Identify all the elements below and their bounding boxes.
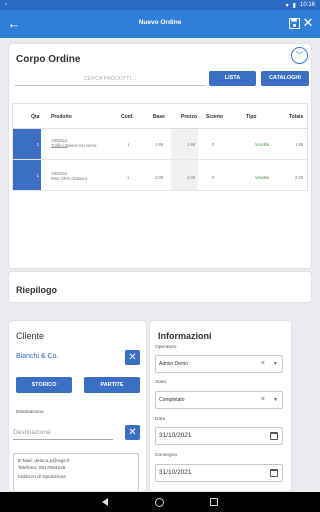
- operatore-value: Admin Demo: [159, 361, 188, 367]
- row-qta[interactable]: 1: [13, 129, 41, 159]
- informazioni-card: Informazioni Operatore Admin Demo × ▼ St…: [150, 321, 291, 491]
- row-sconto[interactable]: 0: [212, 142, 214, 147]
- stato-label: Stato: [155, 380, 167, 385]
- cliente-info-box: E-Mail: deluca.p@wgs.it Telefono: 081765…: [13, 453, 139, 491]
- cataloghi-button[interactable]: CATALOGHI: [261, 71, 309, 86]
- table-row[interactable]: 1 A000114 Truffini Speed con cerna 1 1.9…: [13, 129, 307, 160]
- consegna-date-input[interactable]: 31/10/2021: [155, 464, 283, 482]
- row-base: 2.00: [155, 175, 164, 180]
- row-prezzo[interactable]: 2.00: [187, 175, 195, 180]
- row-totale: 2.00: [295, 175, 304, 180]
- row-tipo[interactable]: Vendita: [255, 142, 269, 147]
- nav-home-icon[interactable]: [155, 498, 164, 507]
- col-tipo: Tipo: [246, 114, 257, 120]
- cliente-name[interactable]: Bianchi & Co.: [16, 353, 58, 360]
- lista-button[interactable]: LISTA: [209, 71, 256, 86]
- data-label: Data: [155, 417, 166, 422]
- col-prezzo: Prezzo: [181, 114, 198, 120]
- riepilogo-card[interactable]: Riepilogo: [9, 272, 311, 302]
- partite-button[interactable]: PARTITE: [84, 377, 140, 393]
- col-conf: Conf.: [121, 114, 134, 120]
- row-conf: 1: [127, 142, 130, 147]
- battery-icon: ▮: [292, 2, 296, 9]
- storico-button[interactable]: STORICO: [16, 377, 72, 393]
- row-conf: 1: [127, 175, 130, 180]
- row-tipo[interactable]: Vendita: [255, 175, 269, 180]
- row-totale: 1.99: [295, 142, 304, 147]
- chevron-down-icon[interactable]: ﹀: [291, 47, 308, 64]
- status-time: 10:16: [299, 2, 315, 8]
- row-underline: [51, 147, 67, 148]
- stato-select[interactable]: Completato × ▼: [155, 391, 283, 409]
- data-value: 31/10/2021: [159, 432, 192, 439]
- col-totale: Totale: [289, 114, 304, 120]
- status-right: ▾ ▮ 10:16: [286, 2, 315, 9]
- calendar-icon[interactable]: [270, 469, 278, 477]
- cliente-telefono: Telefono: 0817654545: [18, 465, 66, 471]
- operatore-select[interactable]: Admin Demo × ▼: [155, 355, 283, 373]
- destinazione-label: Destinazione: [16, 410, 44, 415]
- col-base: Base: [153, 114, 165, 120]
- row-sconto[interactable]: 0: [212, 175, 214, 180]
- col-sconto: Sconto: [206, 114, 223, 120]
- row-base: 1.99: [155, 142, 164, 147]
- consegna-value: 31/10/2021: [159, 469, 192, 476]
- col-prodotto: Prodotto: [51, 114, 72, 120]
- page-title: Nuevo Ordine: [138, 19, 182, 26]
- clear-operatore-icon[interactable]: ×: [261, 356, 265, 372]
- data-date-input[interactable]: 31/10/2021: [155, 427, 283, 445]
- operatore-label: Operatore: [155, 345, 177, 350]
- cliente-title: Cliente: [16, 331, 45, 341]
- row-product-name: Riso ORO Classico: [51, 176, 88, 181]
- nav-recents-icon[interactable]: [210, 498, 218, 506]
- search-products-input[interactable]: CERCA PRODOTTI...: [15, 72, 205, 86]
- clear-cliente-button[interactable]: ✕: [125, 350, 140, 365]
- corpo-ordine-title: Corpo Ordine: [16, 54, 81, 65]
- status-bar: ▫ ▾ ▮ 10:16: [0, 0, 320, 10]
- col-qta: Qta: [31, 114, 40, 120]
- stato-value: Completato: [159, 397, 185, 403]
- close-icon[interactable]: ✕: [301, 16, 315, 30]
- consegna-label: Consegna: [155, 453, 177, 458]
- nav-back-icon[interactable]: [102, 498, 108, 506]
- dropdown-arrow-icon[interactable]: ▼: [273, 392, 278, 408]
- system-nav-bar: [0, 492, 320, 512]
- status-left-icons: ▫: [5, 2, 8, 8]
- riepilogo-title: Riepilogo: [16, 285, 57, 295]
- order-table: Qta Prodotto Conf. Base Prezzo Sconto Ti…: [12, 103, 308, 191]
- dropdown-arrow-icon[interactable]: ▼: [273, 356, 278, 372]
- cliente-indirizzo-label: Indirizzo di Spedizione: [18, 475, 66, 480]
- save-icon[interactable]: [289, 18, 300, 29]
- clear-stato-icon[interactable]: ×: [261, 392, 265, 408]
- calendar-icon[interactable]: [270, 432, 278, 440]
- row-qta[interactable]: 1: [13, 160, 41, 190]
- app-bar: ← Nuevo Ordine ✕: [0, 10, 320, 38]
- wifi-icon: ▾: [285, 2, 289, 9]
- table-row[interactable]: 1 A000111 Riso ORO Classico 1 2.00 2.00 …: [13, 160, 307, 191]
- table-header: Qta Prodotto Conf. Base Prezzo Sconto Ti…: [13, 104, 307, 129]
- row-prezzo[interactable]: 1.99: [187, 142, 195, 147]
- corpo-ordine-card: Corpo Ordine ﹀ CERCA PRODOTTI... LISTA C…: [9, 44, 311, 268]
- destinazione-input[interactable]: Destinazione: [13, 426, 113, 440]
- clear-destinazione-button[interactable]: ✕: [125, 425, 140, 440]
- informazioni-title: Informazioni: [158, 331, 212, 341]
- cliente-card: Cliente Bianchi & Co. ✕ STORICO PARTITE …: [9, 321, 146, 491]
